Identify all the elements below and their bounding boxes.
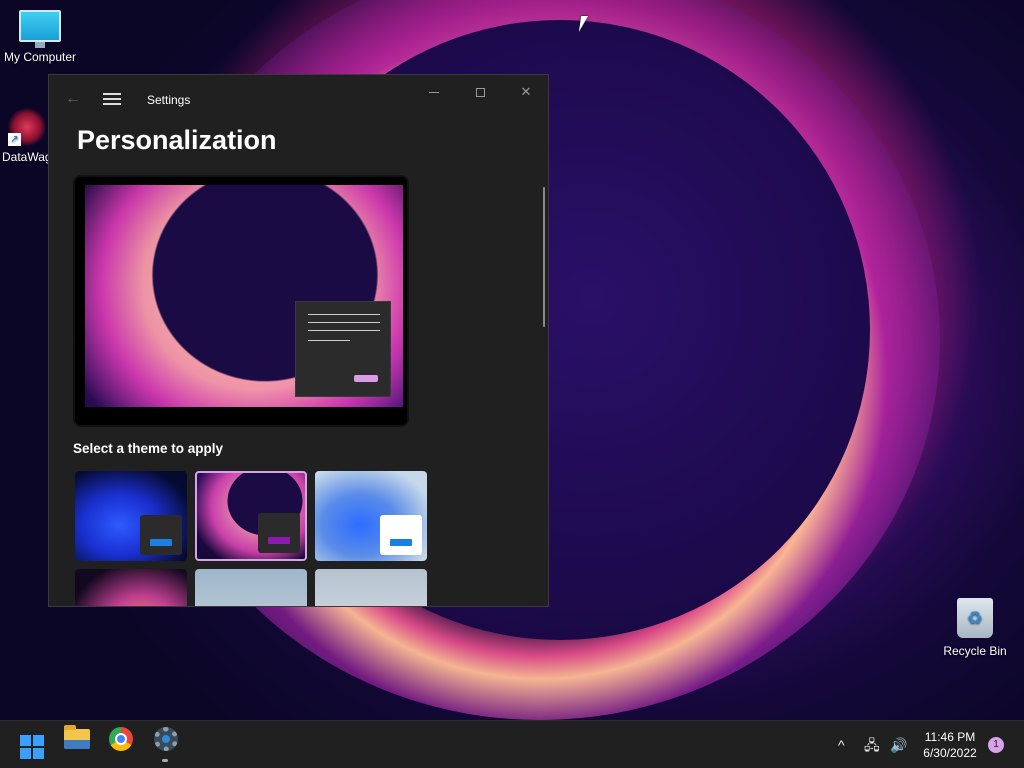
theme-tile-sunrise[interactable] — [195, 569, 307, 606]
preview-accent-button — [354, 375, 378, 382]
close-icon: ✕ — [520, 84, 532, 99]
theme-tile-flow[interactable] — [315, 569, 427, 606]
page-title: Personalization — [77, 125, 277, 155]
clock-time: 11:46 PM — [924, 730, 976, 744]
desktop-icon-my-computer[interactable]: My Computer — [0, 10, 80, 64]
theme-mini-window — [140, 515, 182, 555]
desktop-icon-label: Recycle Bin — [943, 644, 1007, 658]
minimize-icon — [429, 92, 439, 94]
back-arrow-icon[interactable]: ← — [63, 89, 83, 109]
theme-mini-window — [258, 513, 300, 553]
settings-gear-icon[interactable] — [154, 727, 178, 751]
notification-badge[interactable]: 1 — [988, 737, 1004, 753]
start-button[interactable] — [8, 729, 48, 763]
minimize-button[interactable] — [411, 81, 457, 103]
maximize-icon — [475, 88, 485, 98]
settings-window: ← Settings ✕ Personalization Select a th… — [48, 74, 549, 607]
monitor-icon — [19, 10, 61, 48]
maximize-button[interactable] — [457, 81, 503, 103]
desktop-icon-recycle-bin[interactable]: ♻ Recycle Bin — [935, 598, 1015, 658]
window-title: Settings — [147, 93, 191, 107]
volume-icon[interactable]: 🔊 — [890, 721, 907, 768]
clock-date: 6/30/2022 — [923, 746, 977, 760]
mouse-cursor-icon — [578, 16, 589, 32]
chrome-icon[interactable] — [109, 727, 133, 751]
taskbar: ^ 🖧 🔊 11:46 PM 6/30/2022 1 — [0, 720, 1024, 768]
theme-mini-window — [380, 515, 422, 555]
windows-start-icon — [20, 735, 44, 759]
scrollbar[interactable] — [543, 187, 545, 327]
theme-tile-windows-light[interactable] — [315, 471, 427, 561]
close-button[interactable]: ✕ — [503, 81, 548, 103]
hamburger-menu-icon[interactable] — [103, 90, 121, 108]
theme-preview — [73, 175, 409, 427]
datawag-app-icon: ↗ — [8, 108, 46, 146]
title-bar[interactable]: ← Settings ✕ — [49, 75, 548, 123]
recycle-bin-icon: ♻ — [957, 598, 993, 638]
theme-section-label: Select a theme to apply — [73, 441, 224, 456]
theme-tile-captured-motion[interactable] — [75, 569, 187, 606]
theme-tile-windows-dark[interactable] — [75, 471, 187, 561]
preview-window — [295, 301, 391, 397]
desktop-icon-label: My Computer — [3, 50, 77, 64]
show-hidden-icons-chevron-icon[interactable]: ^ — [838, 721, 845, 768]
theme-tile-glow-selected[interactable] — [195, 471, 307, 561]
active-app-indicator — [162, 759, 168, 762]
file-explorer-icon[interactable] — [64, 725, 90, 749]
clock[interactable]: 11:46 PM 6/30/2022 — [912, 729, 988, 761]
shortcut-arrow-icon: ↗ — [8, 133, 21, 146]
network-icon[interactable]: 🖧 — [864, 721, 880, 768]
